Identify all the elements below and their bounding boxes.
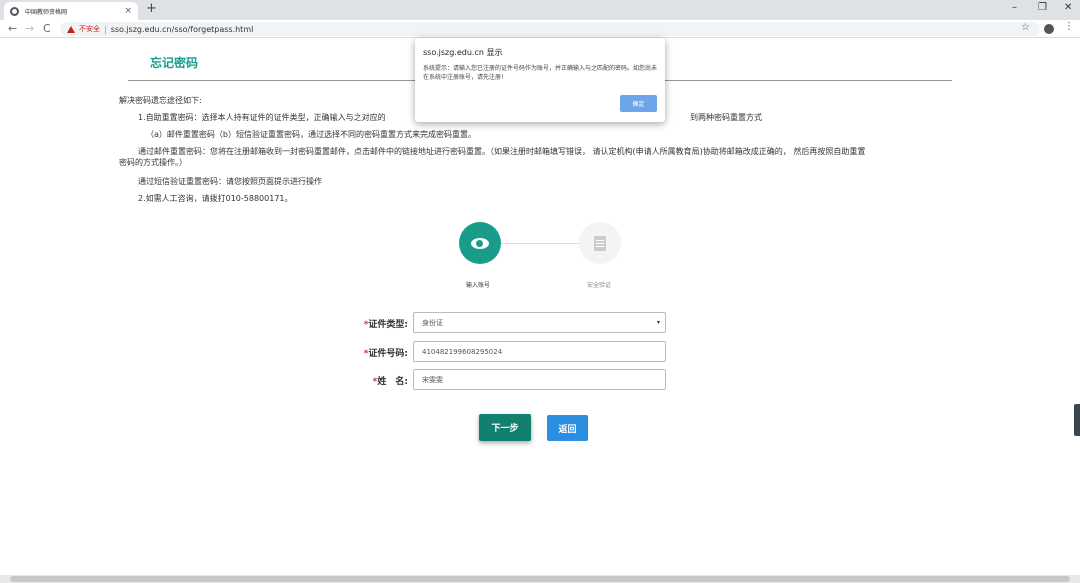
name-input[interactable]: 宋雯雯 bbox=[413, 369, 666, 390]
back-arrow-icon[interactable]: ← bbox=[8, 22, 17, 35]
name-label: *姓 名: bbox=[372, 377, 408, 387]
tab-close-icon[interactable]: × bbox=[124, 6, 132, 16]
instructions-intro: 解决密码遗忘途径如下: bbox=[119, 96, 202, 105]
next-step-button[interactable]: 下一步 bbox=[479, 414, 531, 441]
back-button[interactable]: 返回 bbox=[547, 415, 588, 441]
alert-dialog: sso.jszg.edu.cn 显示 系统提示：请输入您已注册的证件号码作为账号… bbox=[415, 38, 665, 122]
id-type-label: *证件类型: bbox=[363, 320, 408, 330]
instructions-line1-end: 到两种密码重置方式 bbox=[690, 113, 762, 122]
side-panel-handle[interactable] bbox=[1074, 404, 1080, 436]
name-value: 宋雯雯 bbox=[422, 375, 443, 384]
instructions-line1: 1.自助重置密码：选择本人持有证件的证件类型，正确输入与之对应的 bbox=[138, 113, 386, 122]
reload-icon[interactable]: C bbox=[43, 22, 51, 35]
eye-icon bbox=[471, 237, 489, 249]
step-connector bbox=[500, 243, 580, 244]
site-favicon-icon bbox=[10, 6, 19, 16]
instructions-line3-cont: 密码的方式操作。） bbox=[119, 158, 187, 167]
dialog-ok-button[interactable]: 确定 bbox=[620, 95, 657, 112]
forward-arrow-icon[interactable]: → bbox=[25, 22, 34, 35]
id-type-select[interactable]: 身份证 ▾ bbox=[413, 312, 666, 333]
warning-icon bbox=[67, 25, 75, 33]
security-label[interactable]: 不安全 bbox=[79, 24, 100, 34]
dialog-title: sso.jszg.edu.cn 显示 bbox=[423, 48, 503, 57]
instructions-line4: 通过短信验证重置密码：请您按照页面提示进行操作 bbox=[138, 177, 322, 186]
step-2-label: 安全验证 bbox=[587, 282, 612, 289]
maximize-button[interactable]: ❐ bbox=[1038, 2, 1047, 13]
horizontal-scrollbar[interactable] bbox=[0, 575, 1080, 583]
id-number-input[interactable]: 410482199608295024 bbox=[413, 341, 666, 362]
instructions-line3: 通过邮件重置密码：您将在注册邮箱收到一封密码重置邮件，点击邮件中的链接地址进行密… bbox=[138, 147, 866, 156]
minimize-button[interactable]: – bbox=[1012, 2, 1017, 13]
scrollbar-thumb[interactable] bbox=[10, 576, 1070, 582]
browser-toolbar: ← → C 不安全 | sso.jszg.edu.cn/sso/forgetpa… bbox=[0, 20, 1080, 38]
step-1-label: 输入账号 bbox=[466, 282, 491, 289]
bookmark-star-icon[interactable]: ☆ bbox=[1021, 22, 1030, 33]
new-tab-button[interactable]: + bbox=[146, 1, 157, 16]
window-close-button[interactable]: ✕ bbox=[1064, 2, 1072, 13]
address-bar[interactable]: 不安全 | sso.jszg.edu.cn/sso/forgetpass.htm… bbox=[60, 22, 1040, 36]
page-title: 忘记密码 bbox=[150, 56, 199, 70]
id-type-value: 身份证 bbox=[422, 318, 443, 327]
chevron-down-icon: ▾ bbox=[656, 319, 660, 326]
instructions-line5: 2.如需人工咨询，请拨打010-58800171。 bbox=[138, 194, 293, 203]
url-text[interactable]: sso.jszg.edu.cn/sso/forgetpass.html bbox=[111, 25, 254, 34]
browser-tab-bar: 中国教师资格网 × + – ❐ ✕ bbox=[0, 0, 1080, 20]
dialog-message: 系统提示：请输入您已注册的证件号码作为账号，并正确输入与之匹配的密码。如您尚未在… bbox=[423, 65, 658, 81]
id-number-value: 410482199608295024 bbox=[422, 347, 503, 356]
step-1-indicator bbox=[459, 222, 501, 264]
instructions-line2: （a）邮件重置密码（b）短信验证重置密码，通过选择不同的密码重置方式来完成密码重… bbox=[146, 130, 476, 139]
browser-tab[interactable]: 中国教师资格网 × bbox=[4, 2, 138, 20]
url-separator: | bbox=[104, 24, 107, 34]
document-icon bbox=[594, 235, 606, 251]
account-avatar-icon[interactable] bbox=[1044, 24, 1054, 34]
browser-menu-icon[interactable]: ⋮ bbox=[1064, 21, 1074, 32]
tab-title: 中国教师资格网 bbox=[25, 8, 68, 16]
step-2-indicator bbox=[579, 222, 621, 264]
id-number-label: *证件号码: bbox=[363, 349, 408, 359]
